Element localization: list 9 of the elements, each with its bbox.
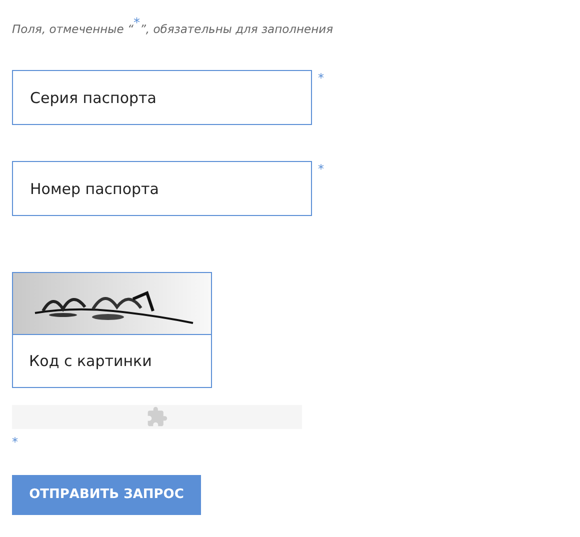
required-mark: * bbox=[12, 435, 18, 449]
submit-button[interactable]: ОТПРАВИТЬ ЗАПРОС bbox=[12, 475, 201, 515]
puzzle-piece-icon bbox=[146, 406, 168, 428]
required-mark: * bbox=[318, 163, 324, 175]
required-mark: * bbox=[318, 72, 324, 84]
puzzle-widget[interactable] bbox=[12, 405, 302, 429]
text-input-field[interactable]: Номер паспорта bbox=[12, 161, 312, 216]
text-input-field[interactable]: Серия паспорта bbox=[12, 70, 312, 125]
captcha-input-field[interactable]: Код с картинки bbox=[12, 334, 212, 388]
